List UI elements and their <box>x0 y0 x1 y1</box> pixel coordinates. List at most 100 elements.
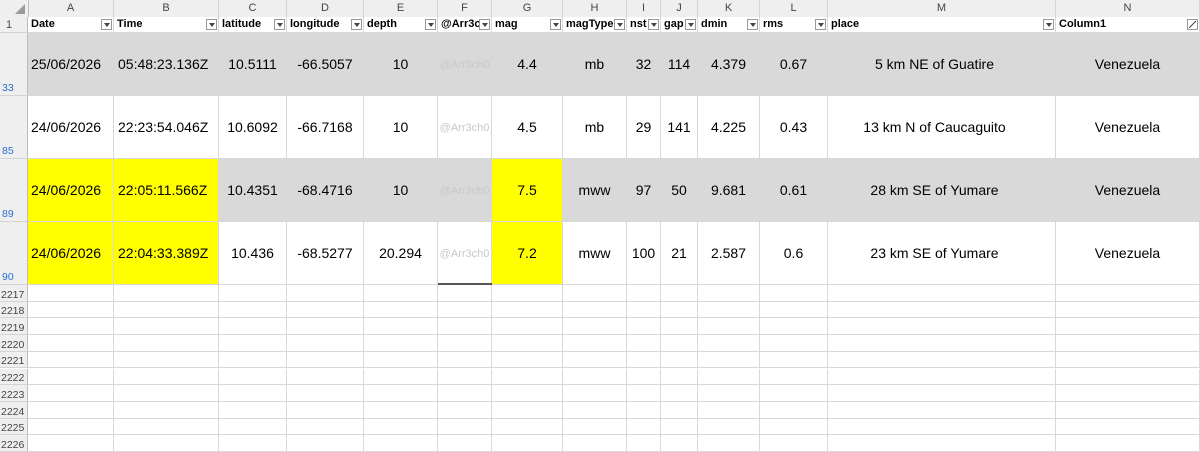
empty-cell[interactable] <box>828 435 1056 452</box>
empty-cell[interactable] <box>627 368 661 386</box>
table-cell[interactable]: 32 <box>627 33 661 96</box>
empty-cell[interactable] <box>492 435 563 452</box>
empty-cell[interactable] <box>438 301 492 319</box>
empty-cell[interactable] <box>219 301 287 319</box>
row-number[interactable]: 2219 <box>0 318 28 336</box>
empty-cell[interactable] <box>438 351 492 369</box>
table-cell[interactable]: -68.5277 <box>287 222 364 285</box>
filter-dropdown-icon[interactable] <box>685 19 696 30</box>
empty-cell[interactable] <box>114 318 219 336</box>
table-cell[interactable]: 141 <box>661 96 698 159</box>
column-header-depth[interactable]: depth <box>364 17 438 33</box>
empty-cell[interactable] <box>114 435 219 452</box>
empty-cell[interactable] <box>287 351 364 369</box>
empty-cell[interactable] <box>114 351 219 369</box>
empty-cell[interactable] <box>287 401 364 419</box>
empty-cell[interactable] <box>1056 385 1200 402</box>
empty-cell[interactable] <box>492 385 563 402</box>
table-cell[interactable]: -68.4716 <box>287 159 364 222</box>
empty-cell[interactable] <box>364 301 438 319</box>
empty-cell[interactable] <box>661 401 698 419</box>
table-cell[interactable]: 21 <box>661 222 698 285</box>
column-header-nst[interactable]: nst <box>627 17 661 33</box>
row-number[interactable]: 89 <box>0 159 28 222</box>
empty-cell[interactable] <box>438 418 492 436</box>
empty-cell[interactable] <box>698 418 760 436</box>
table-cell[interactable]: 24/06/2026 <box>28 96 114 159</box>
empty-cell[interactable] <box>698 385 760 402</box>
empty-cell[interactable] <box>828 318 1056 336</box>
column-letter-a[interactable]: A <box>28 0 114 17</box>
empty-cell[interactable] <box>563 301 627 319</box>
empty-cell[interactable] <box>661 285 698 302</box>
row-number[interactable]: 90 <box>0 222 28 285</box>
row-number[interactable]: 2225 <box>0 418 28 436</box>
column-header-column1[interactable]: Column1 <box>1056 17 1200 33</box>
empty-cell[interactable] <box>563 368 627 386</box>
empty-cell[interactable] <box>760 351 828 369</box>
empty-cell[interactable] <box>828 285 1056 302</box>
table-cell[interactable]: 13 km N of Caucaguito <box>828 96 1056 159</box>
table-cell[interactable]: mb <box>563 33 627 96</box>
column-letter-c[interactable]: C <box>219 0 287 17</box>
empty-cell[interactable] <box>661 435 698 452</box>
table-cell[interactable]: 10 <box>364 33 438 96</box>
empty-cell[interactable] <box>563 318 627 336</box>
table-cell[interactable]: 10.5111 <box>219 33 287 96</box>
table-cell[interactable]: -66.7168 <box>287 96 364 159</box>
column-letter-k[interactable]: K <box>698 0 760 17</box>
column-letter-d[interactable]: D <box>287 0 364 17</box>
empty-cell[interactable] <box>287 301 364 319</box>
table-cell[interactable]: 24/06/2026 <box>28 159 114 222</box>
empty-cell[interactable] <box>492 368 563 386</box>
filter-dropdown-icon[interactable] <box>479 19 490 30</box>
empty-cell[interactable] <box>364 335 438 352</box>
empty-cell[interactable] <box>364 385 438 402</box>
empty-cell[interactable] <box>661 368 698 386</box>
empty-cell[interactable] <box>219 285 287 302</box>
filter-dropdown-icon[interactable] <box>550 19 561 30</box>
empty-cell[interactable] <box>219 318 287 336</box>
row-number[interactable]: 2226 <box>0 435 28 452</box>
empty-cell[interactable] <box>627 301 661 319</box>
table-cell[interactable]: 10.436 <box>219 222 287 285</box>
empty-cell[interactable] <box>760 335 828 352</box>
column-letter-j[interactable]: J <box>661 0 698 17</box>
column-header-time[interactable]: Time <box>114 17 219 33</box>
empty-cell[interactable] <box>219 418 287 436</box>
empty-cell[interactable] <box>627 418 661 436</box>
empty-cell[interactable] <box>438 335 492 352</box>
empty-cell[interactable] <box>698 335 760 352</box>
filter-dropdown-icon[interactable] <box>648 19 659 30</box>
empty-cell[interactable] <box>563 285 627 302</box>
empty-cell[interactable] <box>28 351 114 369</box>
column-header-gap[interactable]: gap <box>661 17 698 33</box>
table-cell[interactable]: 4.5 <box>492 96 563 159</box>
empty-cell[interactable] <box>1056 285 1200 302</box>
column-letter-h[interactable]: H <box>563 0 627 17</box>
empty-cell[interactable] <box>828 418 1056 436</box>
empty-cell[interactable] <box>28 435 114 452</box>
empty-cell[interactable] <box>219 401 287 419</box>
row-number[interactable]: 2222 <box>0 368 28 386</box>
table-cell[interactable]: 7.5 <box>492 159 563 222</box>
empty-cell[interactable] <box>364 401 438 419</box>
table-cell[interactable]: 5 km NE of Guatire <box>828 33 1056 96</box>
row-number[interactable]: 2217 <box>0 285 28 302</box>
empty-cell[interactable] <box>492 335 563 352</box>
empty-cell[interactable] <box>219 335 287 352</box>
empty-cell[interactable] <box>698 351 760 369</box>
empty-cell[interactable] <box>627 401 661 419</box>
filter-dropdown-icon[interactable] <box>101 19 112 30</box>
empty-cell[interactable] <box>627 285 661 302</box>
empty-cell[interactable] <box>698 285 760 302</box>
empty-cell[interactable] <box>114 335 219 352</box>
row-number[interactable]: 85 <box>0 96 28 159</box>
empty-cell[interactable] <box>219 351 287 369</box>
filter-dropdown-icon[interactable] <box>747 19 758 30</box>
empty-cell[interactable] <box>563 385 627 402</box>
column-letter-g[interactable]: G <box>492 0 563 17</box>
empty-cell[interactable] <box>492 318 563 336</box>
table-cell[interactable]: 10 <box>364 159 438 222</box>
empty-cell[interactable] <box>563 435 627 452</box>
